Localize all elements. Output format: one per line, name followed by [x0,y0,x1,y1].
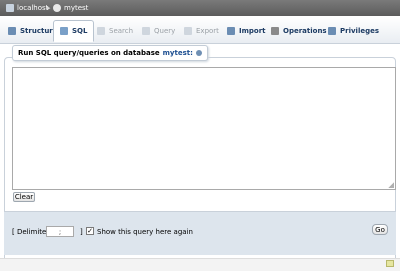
database-icon [53,4,61,12]
tab-export[interactable]: Export [178,20,225,41]
tab-privileges-label: Privileges [340,26,380,35]
sql-panel-legend: Run SQL query/queries on database mytest… [12,45,208,61]
tab-import-label: Import [239,26,266,35]
show-query-label: Show this query here again [97,228,193,236]
database-link[interactable]: mytest: [163,49,193,57]
help-icon[interactable] [195,50,202,56]
tab-import[interactable]: Import [221,20,272,41]
tab-search-label: Search [109,26,134,35]
tab-bar: Structure SQL Search Query Export Import… [0,17,400,44]
breadcrumb-server-label: localhost [17,4,49,12]
sql-icon [60,27,68,35]
breadcrumb-server[interactable]: localhost [6,3,48,13]
breadcrumb-database-label: mytest [64,4,89,12]
search-icon [97,26,105,35]
footer-bar [0,258,400,271]
export-icon [184,26,192,35]
tab-query[interactable]: Query [136,20,181,41]
privileges-icon [328,26,336,35]
delimiter-input[interactable]: ; [46,226,74,237]
go-button[interactable]: Go [372,224,388,235]
tab-query-label: Query [154,26,176,35]
tab-privileges[interactable]: Privileges [322,20,385,41]
tab-operations-label: Operations [283,26,327,35]
breadcrumb-database[interactable]: mytest [53,3,88,13]
delimiter-close-bracket: ] [80,228,83,236]
console-icon[interactable] [386,260,394,267]
clear-button[interactable]: Clear [13,192,35,202]
structure-icon [8,26,16,35]
tab-export-label: Export [196,26,219,35]
tab-search[interactable]: Search [91,20,139,41]
wrench-icon [271,26,279,35]
sql-query-textarea[interactable] [12,67,396,190]
server-icon [6,4,14,12]
tab-sql-label: SQL [72,27,88,35]
import-icon [227,26,235,35]
resize-handle-icon[interactable] [388,182,394,188]
delimiter-label: [ Delimiter [12,228,50,236]
tab-sql[interactable]: SQL [53,20,95,42]
breadcrumb: localhost ▸ mytest [0,0,400,16]
tab-structure-label: Structure [20,26,58,35]
breadcrumb-separator-icon: ▸ [47,4,51,12]
query-icon [142,26,150,35]
legend-text: Run SQL query/queries on database [18,49,160,57]
show-query-checkbox[interactable]: ✓ [86,227,94,235]
